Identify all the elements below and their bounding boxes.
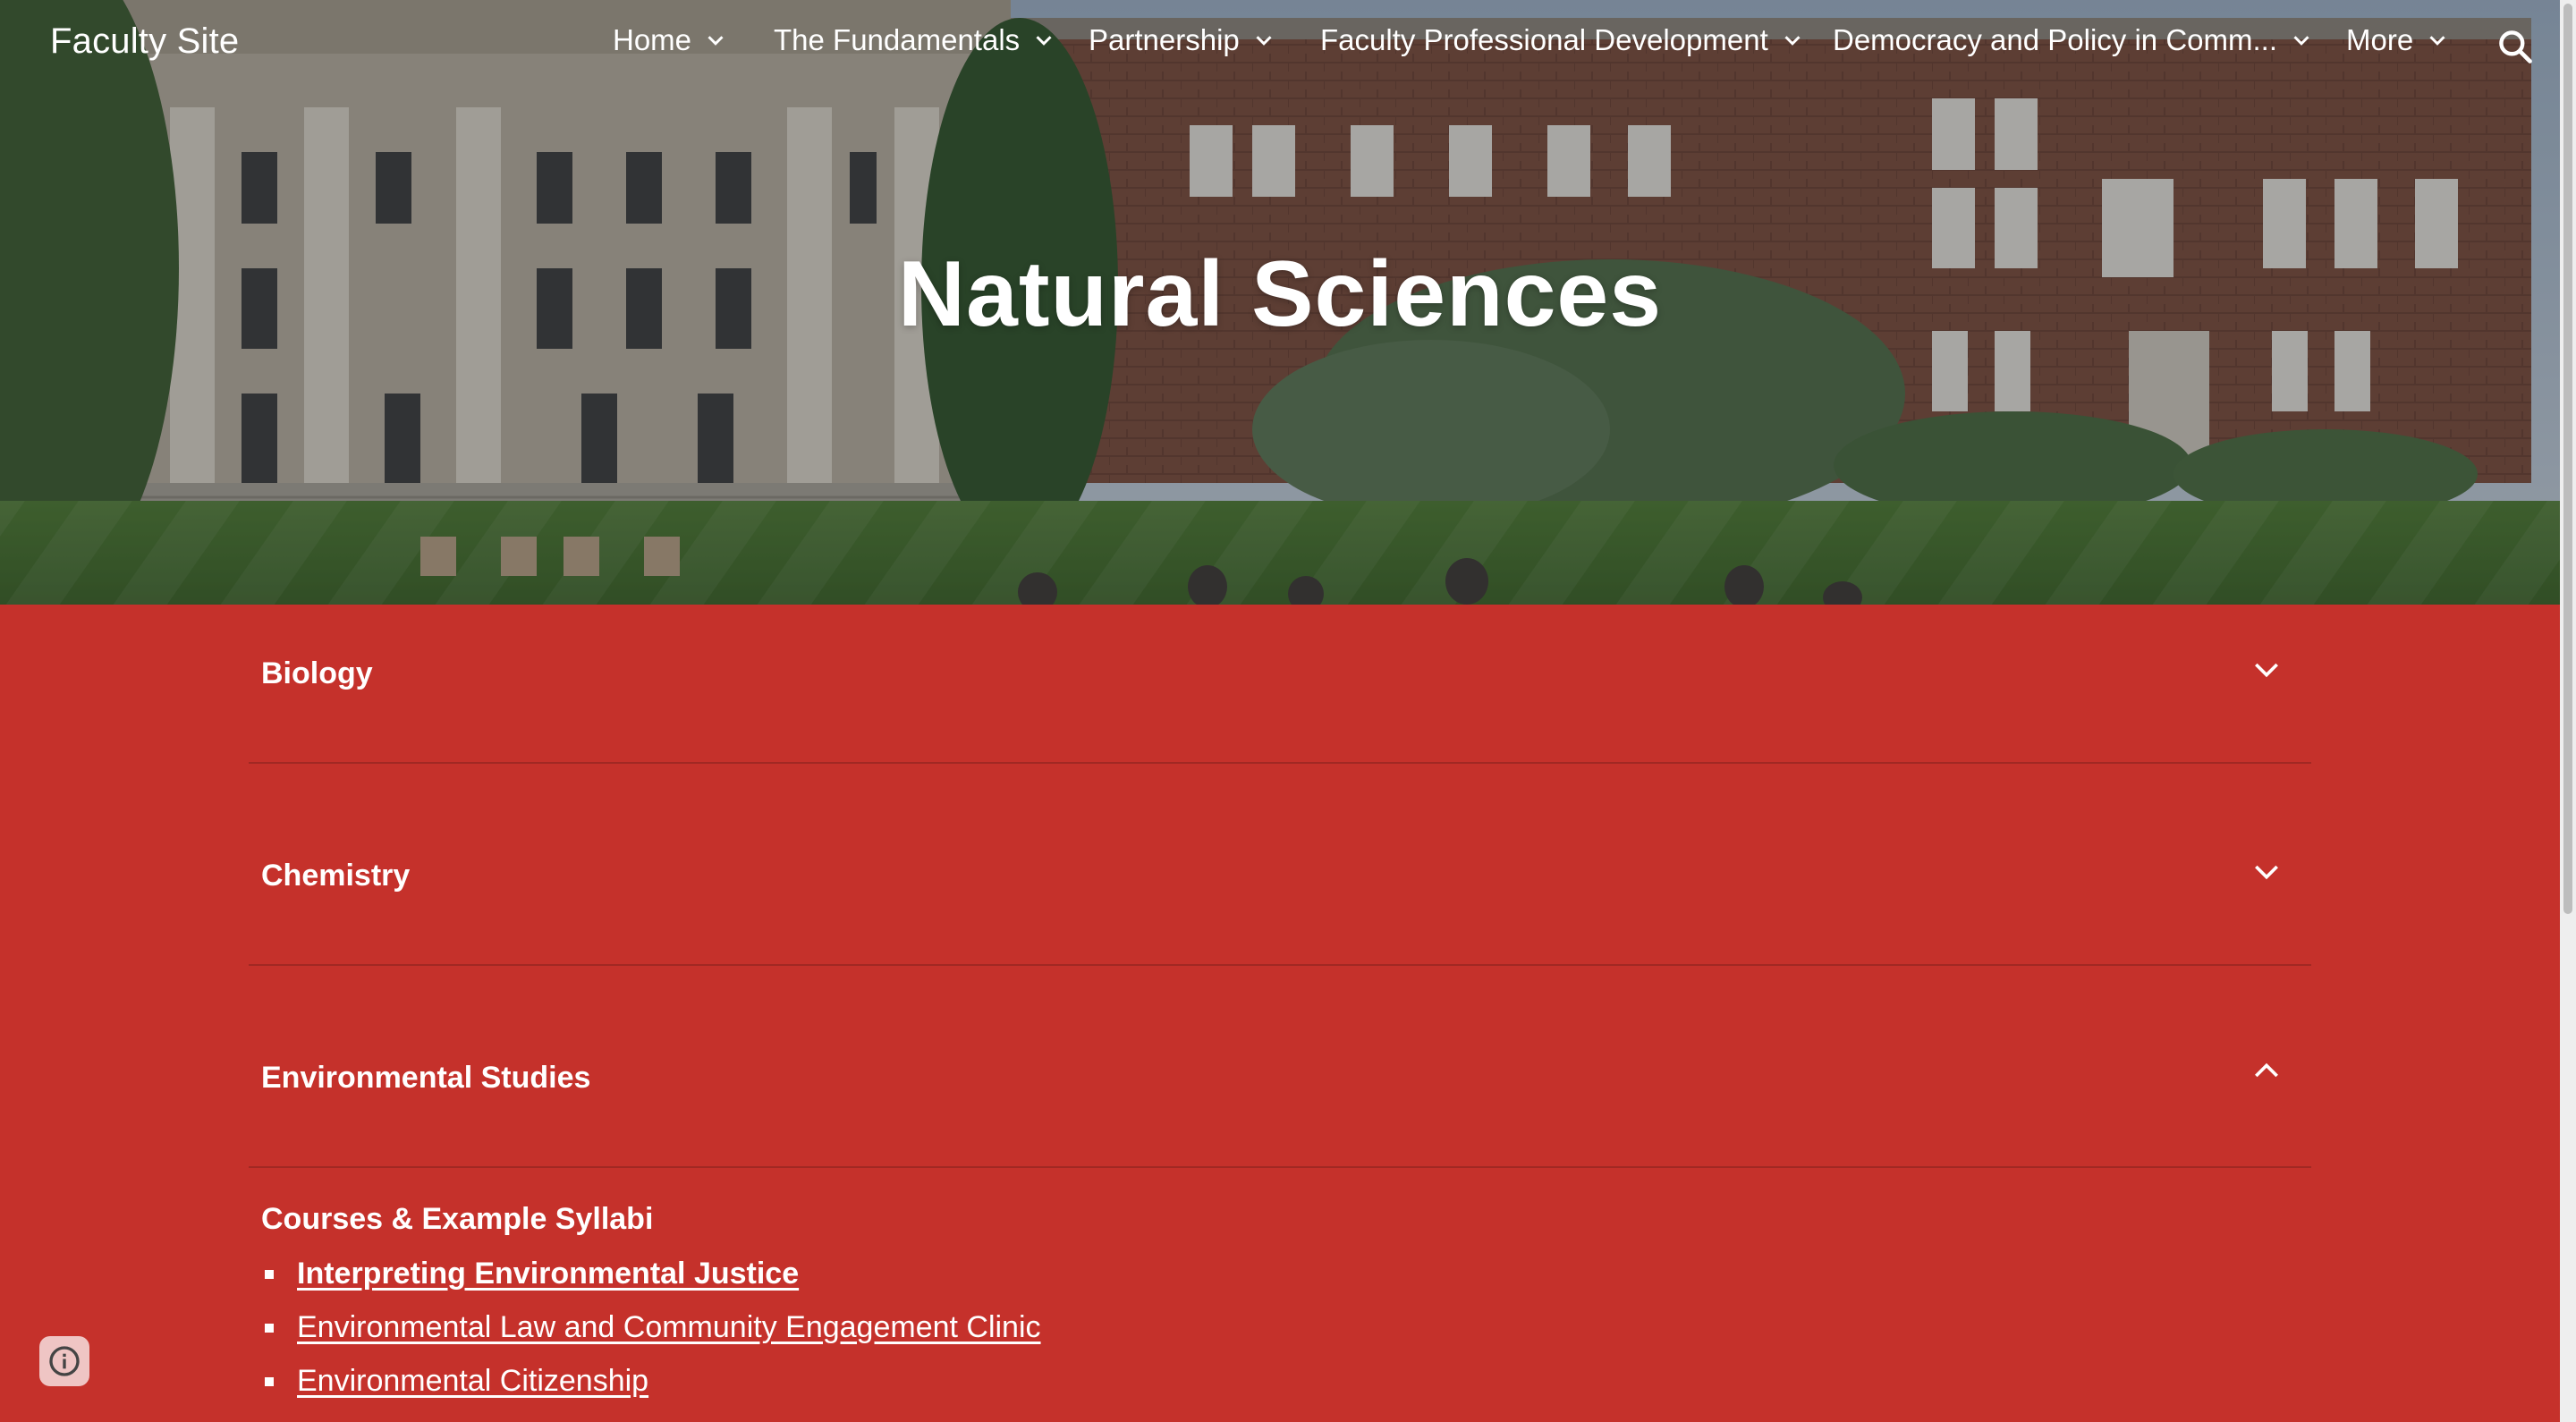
nav-label: Partnership: [1089, 23, 1240, 56]
bullet: [265, 1377, 274, 1386]
bullet: [265, 1270, 274, 1279]
nav-label: Home: [613, 23, 692, 56]
chevron-down-icon[interactable]: [1779, 27, 1806, 54]
list-item: Environmental Law and Community Engageme…: [261, 1300, 1041, 1354]
chevron-up-icon[interactable]: [2249, 1054, 2284, 1089]
course-link-environmental-citizenship[interactable]: Environmental Citizenship: [297, 1364, 648, 1398]
search-icon[interactable]: [2496, 27, 2535, 66]
accordion-title: Biology: [261, 656, 373, 690]
accordion-biology[interactable]: Biology: [249, 656, 2311, 814]
divider: [249, 964, 2311, 966]
divider: [249, 762, 2311, 764]
chevron-down-icon[interactable]: [2249, 853, 2284, 889]
accordion-title: Environmental Studies: [261, 1061, 591, 1095]
section-heading: Courses & Example Syllabi: [261, 1202, 654, 1236]
nav-label: Democracy and Policy in Comm...: [1833, 23, 2277, 56]
scrollbar-thumb[interactable]: [2563, 4, 2572, 914]
nav-item-democracy-and-policy[interactable]: Democracy and Policy in Comm...: [1833, 23, 2315, 57]
nav-label: Faculty Professional Development: [1320, 23, 1768, 56]
accordion-chemistry[interactable]: Chemistry: [249, 859, 2311, 1016]
chevron-down-icon[interactable]: [1030, 27, 1057, 54]
nav-label: More: [2346, 23, 2414, 56]
chevron-down-icon[interactable]: [2424, 27, 2451, 54]
nav-item-partnership[interactable]: Partnership: [1089, 23, 1277, 57]
chevron-down-icon[interactable]: [1250, 27, 1277, 54]
nav-item-more[interactable]: More: [2346, 23, 2451, 57]
nav-item-faculty-professional-development[interactable]: Faculty Professional Development: [1320, 23, 1806, 57]
info-button[interactable]: [39, 1336, 89, 1386]
nav-item-home[interactable]: Home: [613, 23, 729, 57]
nav-label: The Fundamentals: [774, 23, 1021, 56]
page-title: Natural Sciences: [897, 242, 1663, 346]
nav-item-the-fundamentals[interactable]: The Fundamentals: [774, 23, 1057, 57]
chevron-down-icon[interactable]: [702, 27, 729, 54]
accordion-environmental-studies[interactable]: Environmental Studies: [249, 1061, 2311, 1218]
bullet: [265, 1324, 274, 1333]
site-title[interactable]: Faculty Site: [50, 21, 239, 62]
list-item: Environmental Citizenship: [261, 1354, 1041, 1408]
course-link-environmental-law-clinic[interactable]: Environmental Law and Community Engageme…: [297, 1310, 1041, 1344]
chevron-down-icon[interactable]: [2249, 651, 2284, 687]
chevron-down-icon[interactable]: [2288, 27, 2315, 54]
divider: [249, 1166, 2311, 1168]
list-item: Interpreting Environmental Justice: [261, 1247, 1041, 1300]
accordion-title: Chemistry: [261, 859, 411, 893]
main-content: Biology Chemistry Environmental Studies …: [0, 605, 2560, 1422]
course-link-interpreting-environmental-justice[interactable]: Interpreting Environmental Justice: [297, 1257, 799, 1291]
info-icon: [49, 1346, 80, 1376]
syllabi-list: Interpreting Environmental Justice Envir…: [261, 1247, 1041, 1408]
scrollbar[interactable]: [2560, 0, 2576, 1422]
hero-banner: Faculty Site Home The Fundamentals Partn…: [0, 0, 2560, 605]
